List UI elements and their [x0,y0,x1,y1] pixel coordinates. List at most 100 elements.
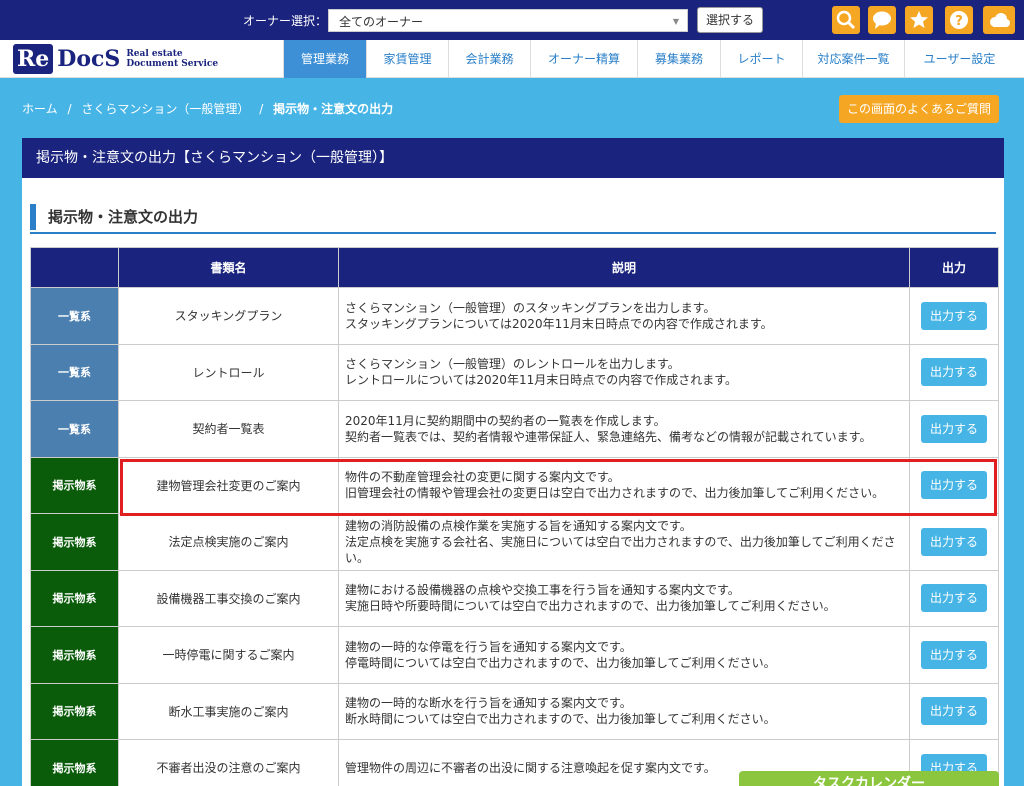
doc-name: レントロール [118,343,339,401]
category-badge: 掲示物系 [30,456,119,514]
document-table: 書類名 説明 出力 一覧系 スタッキングプラン さくらマンション（一般管理）のス… [30,247,999,786]
chevron-down-icon: ▼ [672,17,679,26]
desc-line: 物件の不動産管理会社の変更に関する案内文です。 [345,470,620,485]
select-owner-button[interactable]: 選択する [697,7,763,33]
doc-name: 設備機器工事交換のご案内 [118,569,339,627]
output-button[interactable]: 出力する [921,527,987,556]
header-doc-name: 書類名 [118,247,339,288]
doc-name: 法定点検実施のご案内 [118,513,339,571]
doc-name: 契約者一覧表 [118,400,339,458]
desc-line: スタッキングプランについては2020年11月末日時点での内容で作成されます。 [345,316,773,331]
page-title: 掲示物・注意文の出力【さくらマンション（一般管理）】 [22,138,1004,178]
output-button[interactable]: 出力する [921,414,987,443]
desc-line: 建物の消防設備の点検作業を実施する旨を通知する案内文です。 [345,518,692,533]
desc-line: 建物の一時的な断水を行う旨を通知する案内文です。 [345,696,632,711]
logo-re: Re [13,44,54,74]
doc-description: 建物の消防設備の点検作業を実施する旨を通知する案内文です。 法定点検を実施する会社… [338,513,910,571]
main-nav: Re DocS Real estate Document Service 管理業… [0,40,1024,78]
output-button[interactable]: 出力する [921,697,987,726]
output-cell: 出力する [909,569,999,627]
desc-line: 建物の一時的な停電を行う旨を通知する案内文です。 [345,639,632,654]
nav-item-user-settings[interactable]: ユーザー設定 [904,40,1014,78]
faq-button[interactable]: この画面のよくあるご質問 [839,95,999,123]
table-header-row: 書類名 説明 出力 [30,247,999,288]
owner-select[interactable]: 全てのオーナー ▼ [328,9,688,32]
breadcrumb-property[interactable]: さくらマンション（一般管理） [81,102,249,116]
table-row: 掲示物系 設備機器工事交換のご案内 建物における設備機器の点検や交換工事を行う旨… [30,569,999,627]
category-badge: 掲示物系 [30,682,119,740]
category-badge: 掲示物系 [30,626,119,684]
doc-description: さくらマンション（一般管理）のスタッキングプランを出力します。 スタッキングプラン… [338,287,910,345]
doc-name: スタッキングプラン [118,287,339,345]
breadcrumb-separator: / [259,102,264,116]
desc-line: 実施日時や所要時間については空白で出力されますので、出力後加筆してご利用ください… [345,599,836,614]
doc-description: 物件の不動産管理会社の変更に関する案内文です。 旧管理会社の情報や管理会社の変更日… [338,456,910,514]
output-cell: 出力する [909,456,999,514]
breadcrumb-separator: / [67,102,72,116]
star-icon[interactable] [905,6,933,34]
nav-item-management[interactable]: 管理業務 [283,40,366,78]
section-title-bar [30,204,36,230]
nav-item-recruitment[interactable]: 募集業務 [637,40,720,78]
category-badge: 掲示物系 [30,569,119,627]
cloud-icon[interactable] [983,6,1015,34]
breadcrumb-current: 掲示物・注意文の出力 [273,102,394,116]
doc-description: さくらマンション（一般管理）のレントロールを出力します。 レントロールについては2… [338,343,910,401]
header-description: 説明 [338,247,910,288]
category-badge: 掲示物系 [30,739,119,786]
owner-bar: オーナー選択： 全てのオーナー ▼ 選択する ? [0,0,1024,40]
panel-body: 掲示物・注意文の出力 書類名 説明 出力 一覧系 スタッキングプラン さくらマン… [22,178,1004,786]
redocs-logo[interactable]: Re DocS Real estate Document Service [13,44,218,74]
logo-docs: DocS [57,46,121,72]
task-calendar-tab[interactable]: タスクカレンダー [739,771,999,786]
section-title: 掲示物・注意文の出力 [30,200,996,234]
output-button[interactable]: 出力する [921,471,987,500]
desc-line: さくらマンション（一般管理）のレントロールを出力します。 [345,357,680,372]
desc-line: 契約者一覧表では、契約者情報や連帯保証人、緊急連絡先、備考などの情報が記載されて… [345,429,872,444]
desc-line: 断水時間については空白で出力されますので、出力後加筆してご利用ください。 [345,712,776,727]
breadcrumb-home[interactable]: ホーム [22,102,58,116]
table-row: 一覧系 レントロール さくらマンション（一般管理）のレントロールを出力します。レ… [30,343,999,401]
nav-item-report[interactable]: レポート [720,40,802,78]
desc-line: 停電時間については空白で出力されますので、出力後加筆してご利用ください。 [345,655,776,670]
doc-description: 2020年11月に契約期間中の契約者の一覧表を作成します。 契約者一覧表では、契約… [338,400,910,458]
desc-line: さくらマンション（一般管理）のスタッキングプランを出力します。 [345,300,716,315]
desc-line: 法定点検を実施する会社名、実施日については空白で出力されますので、出力後加筆して… [345,534,896,565]
search-icon[interactable] [832,6,860,34]
table-row: 掲示物系 断水工事実施のご案内 建物の一時的な断水を行う旨を通知する案内文です。… [30,682,999,740]
category-badge: 一覧系 [30,400,119,458]
logo-sub-line1: Real estate [126,49,183,59]
output-button[interactable]: 出力する [921,301,987,330]
output-cell: 出力する [909,626,999,684]
desc-line: 管理物件の周辺に不審者の出没に関する注意喚起を促す案内文です。 [345,760,716,775]
logo-sub-line2: Document Service [126,59,219,69]
breadcrumb: ホーム / さくらマンション（一般管理） / 掲示物・注意文の出力 [22,100,393,117]
owner-select-value: 全てのオーナー [339,15,424,29]
output-button[interactable]: 出力する [921,640,987,669]
nav-item-cases[interactable]: 対応案件一覧 [802,40,904,78]
category-badge: 一覧系 [30,287,119,345]
output-button[interactable]: 出力する [921,358,987,387]
output-button[interactable]: 出力する [921,584,987,613]
chat-icon[interactable] [868,6,896,34]
nav-item-accounting[interactable]: 会計業務 [448,40,530,78]
doc-name: 建物管理会社変更のご案内 [118,456,339,514]
desc-line: 建物における設備機器の点検や交換工事を行う旨を通知する案内文です。 [345,583,740,598]
output-cell: 出力する [909,287,999,345]
nav-item-owner-settlement[interactable]: オーナー精算 [530,40,637,78]
logo-subtitle: Real estate Document Service [126,49,218,69]
table-row: 一覧系 スタッキングプラン さくらマンション（一般管理）のスタッキングプランを出… [30,287,999,345]
nav-item-rent[interactable]: 家賃管理 [366,40,448,78]
owner-select-label: オーナー選択： [243,14,328,28]
section-title-text: 掲示物・注意文の出力 [48,208,199,226]
doc-name: 不審者出没の注意のご案内 [118,739,339,786]
table-row: 掲示物系 一時停電に関するご案内 建物の一時的な停電を行う旨を通知する案内文です… [30,626,999,684]
output-cell: 出力する [909,513,999,571]
table-row: 掲示物系 建物管理会社変更のご案内 物件の不動産管理会社の変更に関する案内文です… [30,456,999,514]
doc-description: 建物の一時的な断水を行う旨を通知する案内文です。 断水時間については空白で出力され… [338,682,910,740]
header-output: 出力 [909,247,999,288]
doc-description: 建物の一時的な停電を行う旨を通知する案内文です。 停電時間については空白で出力され… [338,626,910,684]
output-cell: 出力する [909,400,999,458]
table-row: 一覧系 契約者一覧表 2020年11月に契約期間中の契約者の一覧表を作成します。… [30,400,999,458]
help-icon[interactable]: ? [945,6,973,34]
